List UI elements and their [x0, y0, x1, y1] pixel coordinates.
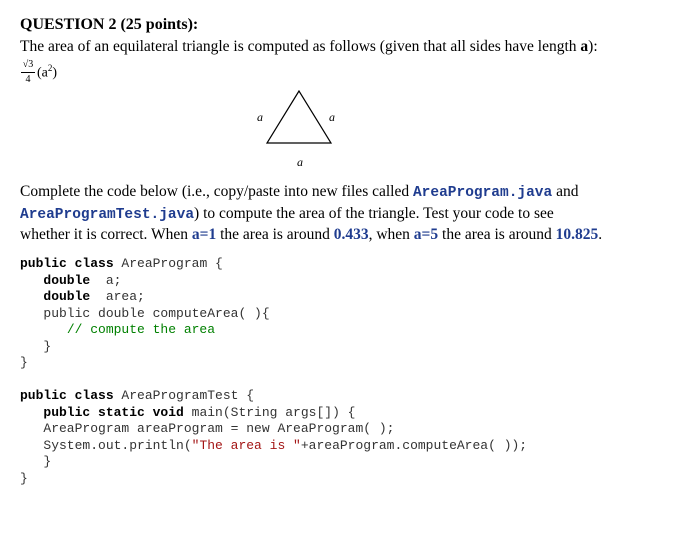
code-text: AreaProgram areaProgram = new AreaProgra…: [43, 421, 395, 436]
code-text: }: [20, 355, 28, 370]
code-keyword: double: [43, 272, 91, 288]
instructions-text: the area is around: [216, 226, 334, 243]
code-line: }: [20, 355, 270, 372]
code-line: }: [20, 339, 270, 356]
code-text: a;: [90, 272, 122, 288]
code-string: "The area is ": [191, 437, 301, 453]
code-text: AreaProgramTest {: [113, 388, 255, 403]
code-line: System.out.println("The area is "+areaPr…: [20, 438, 527, 455]
formula-denominator: 4: [25, 74, 31, 85]
question-title: QUESTION 2 (25 points):: [20, 16, 199, 33]
code-text: area;: [90, 289, 145, 304]
code-line: }: [20, 471, 527, 488]
code-text: System.out.println(: [43, 437, 192, 453]
instructions-text: ) to compute the area of the triangle. T…: [194, 204, 554, 222]
intro-suffix: ):: [588, 38, 598, 55]
code-text: }: [20, 470, 28, 486]
instructions-text: and: [552, 183, 579, 200]
filename-areaprogramtest: AreaProgramTest.java: [20, 206, 195, 223]
instructions-text: .: [598, 226, 603, 243]
instructions-text: , when: [368, 226, 414, 243]
code-line: public double computeArea( ){: [20, 305, 270, 323]
code-text: main(String args[]) {: [183, 404, 356, 420]
code-comment: // compute the area: [66, 322, 216, 337]
expected-area-1: 0.433: [333, 226, 369, 243]
condition-a5: a=5: [413, 226, 439, 243]
code-line: public static void main(String args[]) {: [20, 405, 527, 422]
code-text: AreaProgram {: [113, 256, 223, 271]
code-block-areaprogramtest: public class AreaProgramTest { public st…: [20, 388, 527, 487]
fraction-bar: [21, 72, 35, 73]
formula-numerator: √3: [22, 59, 34, 70]
instructions-text: the area is around: [438, 226, 556, 243]
code-keyword: public static void: [43, 404, 184, 420]
triangle-side-left-label: a: [257, 110, 263, 124]
document-page: QUESTION 2 (25 points): The area of an e…: [0, 0, 686, 548]
code-line: double a;: [20, 273, 270, 290]
instructions-text: Complete the code below (i.e., copy/past…: [20, 183, 413, 200]
formula-term: (a2): [37, 63, 57, 82]
code-text: }: [43, 454, 52, 469]
expected-area-5: 10.825: [555, 226, 599, 243]
code-block-areaprogram: public class AreaProgram { double a; dou…: [20, 256, 270, 372]
intro-variable: a: [580, 38, 589, 55]
code-line: AreaProgram areaProgram = new AreaProgra…: [20, 421, 527, 438]
instructions-line-2: AreaProgramTest.java) to compute the are…: [20, 204, 660, 226]
code-keyword: double: [43, 289, 91, 304]
condition-a1: a=1: [191, 226, 217, 243]
code-text: public double computeArea( ){: [43, 305, 270, 321]
code-line: }: [20, 454, 527, 471]
triangle-side-right-label: a: [329, 110, 335, 124]
formula-close: ): [52, 65, 58, 81]
equilateral-triangle: [265, 89, 333, 144]
instructions-text: whether it is correct. When: [20, 226, 192, 243]
instructions-line-3: whether it is correct. When a=1 the area…: [20, 225, 660, 246]
triangle-side-bottom-label: a: [297, 155, 303, 169]
code-line: public class AreaProgram {: [20, 256, 270, 273]
formula-base: (a: [37, 65, 48, 81]
instructions-paragraph: Complete the code below (i.e., copy/past…: [20, 182, 660, 246]
code-keyword: public class: [20, 388, 114, 403]
code-line: public class AreaProgramTest {: [20, 388, 527, 405]
question-intro: The area of an equilateral triangle is c…: [20, 38, 598, 56]
intro-prefix: The area of an equilateral triangle is c…: [20, 38, 581, 55]
instructions-line-1: Complete the code below (i.e., copy/past…: [20, 182, 660, 204]
code-text: +areaProgram.computeArea( ));: [300, 437, 528, 453]
code-line: double area;: [20, 289, 270, 306]
code-line: // compute the area: [20, 322, 270, 339]
code-text: }: [43, 338, 52, 354]
code-keyword: public class: [20, 256, 114, 271]
filename-areaprogram: AreaProgram.java: [412, 185, 553, 201]
